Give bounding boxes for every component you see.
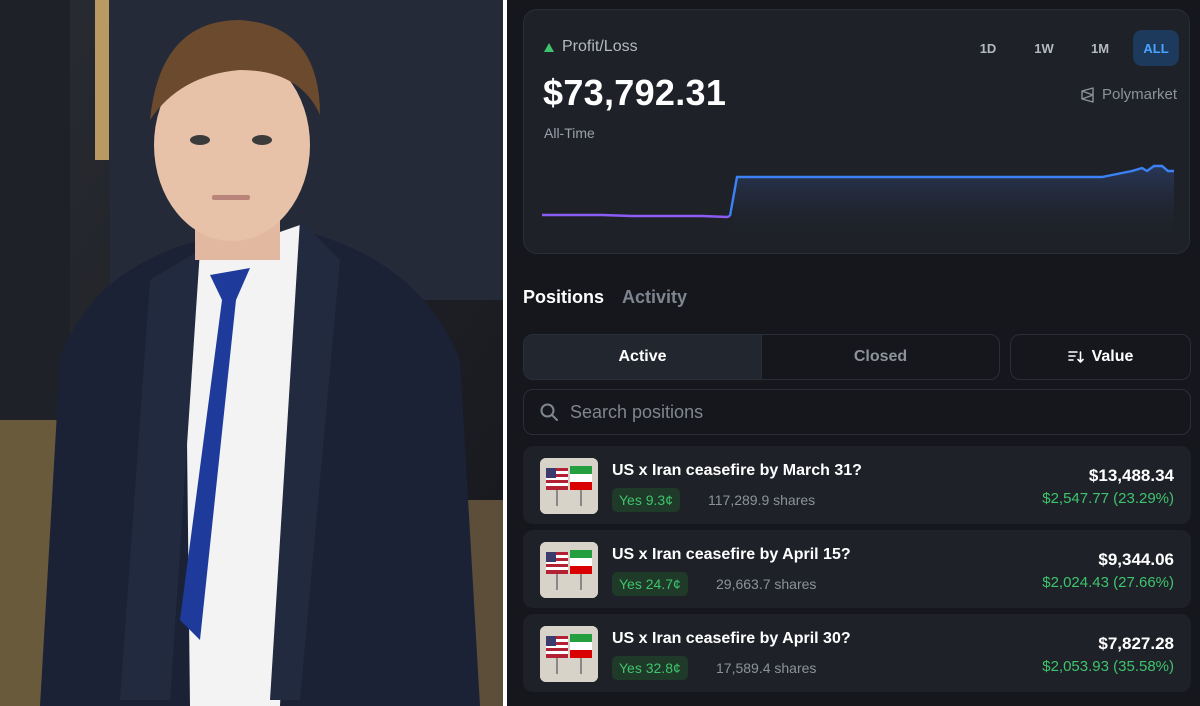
brand-name: Polymarket (1101, 86, 1177, 103)
filter-active-button[interactable]: Active (524, 335, 762, 379)
sort-icon (1067, 351, 1084, 363)
tab-positions[interactable]: Positions (523, 287, 604, 308)
us-iran-flags-icon (540, 542, 598, 598)
profit-loss-label: Profit/Loss (562, 38, 638, 55)
position-value: $7,827.28 (1098, 634, 1174, 653)
position-title: US x Iran ceasefire by April 30? (612, 630, 851, 647)
time-range-selector: 1D 1W 1M ALL (965, 30, 1179, 66)
position-value: $13,488.34 (1088, 466, 1174, 485)
position-title: US x Iran ceasefire by March 31? (612, 462, 862, 479)
us-iran-flags-icon (540, 458, 598, 514)
outcome-badge: Yes 24.7¢ (612, 572, 688, 596)
positions-tabs: Positions Activity (523, 287, 687, 308)
polymarket-brand: Polymarket (1080, 86, 1177, 103)
profit-loss-header: Profit/Loss (544, 38, 638, 56)
profit-loss-period: All-Time (544, 125, 595, 141)
tab-activity[interactable]: Activity (622, 287, 687, 308)
range-all-button[interactable]: ALL (1133, 30, 1179, 66)
position-row[interactable]: US x Iran ceasefire by April 15? Yes 24.… (523, 530, 1191, 608)
position-title: US x Iran ceasefire by April 15? (612, 546, 851, 563)
up-triangle-icon (544, 42, 554, 52)
search-icon (540, 403, 558, 421)
market-thumbnail (540, 458, 598, 514)
profit-loss-chart (542, 164, 1174, 242)
sort-value-button[interactable]: Value (1010, 334, 1191, 380)
range-1m-button[interactable]: 1M (1077, 30, 1123, 66)
market-thumbnail (540, 542, 598, 598)
profit-loss-value: $73,792.31 (543, 72, 727, 113)
outcome-badge: Yes 32.8¢ (612, 656, 688, 680)
position-shares: 29,663.7 shares (716, 576, 817, 592)
range-1w-button[interactable]: 1W (1021, 30, 1067, 66)
position-row[interactable]: US x Iran ceasefire by March 31? Yes 9.3… (523, 446, 1191, 524)
portfolio-panel: Profit/Loss $73,792.31 All-Time 1D 1W 1M… (507, 0, 1200, 706)
position-value: $9,344.06 (1098, 550, 1174, 569)
range-1d-button[interactable]: 1D (965, 30, 1011, 66)
filter-closed-button[interactable]: Closed (762, 335, 999, 379)
market-thumbnail (540, 626, 598, 682)
position-row[interactable]: US x Iran ceasefire by April 30? Yes 32.… (523, 614, 1191, 692)
position-gain: $2,053.93 (35.58%) (1042, 658, 1174, 675)
position-gain: $2,024.43 (27.66%) (1042, 574, 1174, 591)
position-shares: 117,289.9 shares (708, 492, 816, 508)
us-iran-flags-icon (540, 626, 598, 682)
search-input[interactable] (570, 401, 1130, 423)
polymarket-logo-icon (1081, 86, 1094, 103)
position-gain: $2,547.77 (23.29%) (1042, 490, 1174, 507)
outcome-badge: Yes 9.3¢ (612, 488, 680, 512)
person-photo-illustration (0, 0, 503, 706)
chart-line-segment-before (542, 213, 731, 219)
status-filter: Active Closed (523, 334, 1000, 380)
person-photo (0, 0, 503, 706)
sort-label: Value (1091, 348, 1134, 365)
position-shares: 17,589.4 shares (716, 660, 817, 676)
profit-loss-card: Profit/Loss $73,792.31 All-Time 1D 1W 1M… (523, 9, 1190, 254)
search-box (523, 389, 1191, 435)
